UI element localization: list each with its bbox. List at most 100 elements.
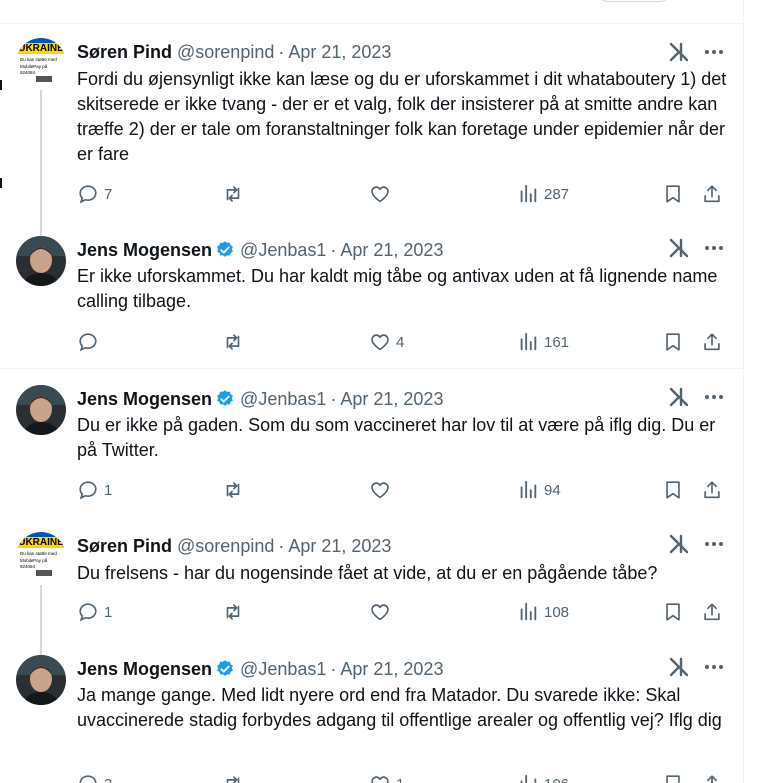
bookmark-icon	[666, 333, 680, 351]
bookmark-button[interactable]	[662, 771, 684, 783]
avatar[interactable]	[16, 236, 66, 286]
retweet-button[interactable]	[222, 477, 249, 503]
views-button[interactable]: 106	[517, 771, 569, 783]
tweet[interactable]: Jens Mogensen @Jenbas1 · Apr 21, 2023 Ja…	[0, 655, 743, 783]
retweet-button[interactable]	[222, 599, 249, 625]
retweet-icon	[226, 186, 240, 202]
share-button[interactable]	[701, 329, 723, 355]
like-button[interactable]	[369, 181, 396, 207]
share-button[interactable]	[701, 771, 723, 783]
like-button[interactable]	[369, 477, 396, 503]
like-icon	[371, 482, 389, 499]
author-name[interactable]: Jens Mogensen	[77, 659, 212, 680]
tweet-date[interactable]: Apr 21, 2023	[340, 240, 443, 261]
tweet-date[interactable]: Apr 21, 2023	[288, 42, 391, 63]
tweet[interactable]: Jens Mogensen @Jenbas1 · Apr 21, 2023 Er…	[0, 236, 743, 369]
avatar[interactable]: UKRAINE Du kan støtte med MobilePay på 9…	[16, 38, 66, 88]
bookmark-icon	[666, 185, 680, 203]
author-name[interactable]: Jens Mogensen	[77, 240, 212, 261]
views-button[interactable]: 94	[517, 477, 561, 503]
like-icon	[371, 604, 389, 621]
tweet-actions: 1 94	[0, 477, 743, 503]
author-handle[interactable]: @Jenbas1	[240, 389, 326, 410]
tweet-actions: 3 1 106	[0, 771, 743, 783]
more-icon[interactable]	[702, 236, 726, 260]
reply-button[interactable]: 7	[77, 181, 112, 207]
bookmark-icon	[666, 481, 680, 499]
like-button[interactable]	[369, 599, 396, 625]
more-icon[interactable]	[702, 655, 726, 679]
author-handle[interactable]: @Jenbas1	[240, 659, 326, 680]
share-button[interactable]	[701, 599, 723, 625]
reply-button[interactable]: 3	[77, 771, 112, 783]
share-button[interactable]	[701, 181, 723, 207]
separator-dot: ·	[278, 41, 285, 62]
reply-button[interactable]	[77, 329, 104, 355]
views-icon	[520, 774, 537, 783]
tweet-text: Du frelsens - har du nogensinde fået at …	[77, 563, 658, 583]
tweet-header: Søren Pind @sorenpind · Apr 21, 2023	[77, 41, 743, 63]
reply-icon	[79, 775, 97, 783]
more-icon[interactable]	[702, 385, 726, 409]
tweet[interactable]: Jens Mogensen @Jenbas1 · Apr 21, 2023 Du…	[0, 385, 743, 520]
author-name[interactable]: Søren Pind	[77, 536, 172, 557]
author-handle[interactable]: @Jenbas1	[240, 240, 326, 261]
tweet-date[interactable]: Apr 21, 2023	[288, 536, 391, 557]
grok-icon[interactable]	[668, 40, 690, 64]
avatar[interactable]	[16, 385, 66, 435]
avatar-line: MobilePay på	[20, 63, 48, 69]
avatar-ukraine-text: UKRAINE	[18, 43, 64, 54]
separator-dot: ·	[330, 388, 337, 409]
grok-icon[interactable]	[668, 655, 690, 679]
tweet[interactable]: UKRAINE Du kan støtte med MobilePay på 9…	[0, 38, 743, 223]
reply-button[interactable]: 1	[77, 477, 112, 503]
views-icon	[520, 184, 537, 203]
more-icon[interactable]	[702, 40, 726, 64]
reply-count: 7	[104, 185, 113, 203]
views-button[interactable]: 108	[517, 599, 569, 625]
tweet-header: Søren Pind @sorenpind · Apr 21, 2023	[77, 535, 743, 557]
reply-count: 1	[104, 481, 113, 499]
grok-icon[interactable]	[668, 532, 690, 556]
grok-icon[interactable]	[668, 236, 690, 260]
tweet-date[interactable]: Apr 21, 2023	[340, 659, 443, 680]
like-icon	[371, 186, 389, 203]
share-icon	[704, 185, 720, 203]
avatar[interactable]	[16, 655, 66, 705]
like-button[interactable]: 1	[369, 771, 404, 783]
share-icon	[704, 333, 720, 351]
verified-badge-icon	[217, 660, 233, 676]
view-count: 287	[544, 185, 570, 203]
retweet-icon	[226, 334, 240, 350]
view-count: 106	[544, 776, 569, 783]
grok-icon[interactable]	[668, 385, 690, 409]
bookmark-button[interactable]	[662, 181, 684, 207]
bookmark-button[interactable]	[662, 599, 684, 625]
retweet-button[interactable]	[222, 181, 249, 207]
retweet-button[interactable]	[222, 329, 249, 355]
conversation-timeline: UKRAINE Du kan støtte med MobilePay på 9…	[0, 0, 744, 783]
previous-tweet-button[interactable]	[598, 0, 670, 2]
author-name[interactable]: Jens Mogensen	[77, 389, 212, 410]
author-handle[interactable]: @sorenpind	[177, 536, 274, 557]
avatar[interactable]: UKRAINE Du kan støtte med MobilePay på 9…	[16, 532, 66, 582]
views-button[interactable]: 287	[517, 181, 569, 207]
more-icon[interactable]	[702, 532, 726, 556]
tweet[interactable]: UKRAINE Du kan støtte med MobilePay på 9…	[0, 532, 743, 642]
retweet-button[interactable]	[222, 771, 249, 783]
like-count: 4	[396, 333, 405, 351]
author-handle[interactable]: @sorenpind	[177, 42, 274, 63]
reply-count: 1	[104, 603, 113, 621]
bookmark-button[interactable]	[662, 329, 684, 355]
reply-button[interactable]: 1	[77, 599, 112, 625]
reply-icon	[79, 481, 97, 500]
bookmark-button[interactable]	[662, 477, 684, 503]
like-button[interactable]: 4	[369, 329, 404, 355]
share-button[interactable]	[701, 477, 723, 503]
author-name[interactable]: Søren Pind	[77, 42, 172, 63]
avatar-line: 924084	[20, 70, 36, 75]
tweet-date[interactable]: Apr 21, 2023	[340, 389, 443, 410]
tweet-actions: 1 108	[0, 599, 743, 625]
views-button[interactable]: 161	[517, 329, 569, 355]
tweet-header: Jens Mogensen @Jenbas1 · Apr 21, 2023	[77, 239, 743, 261]
